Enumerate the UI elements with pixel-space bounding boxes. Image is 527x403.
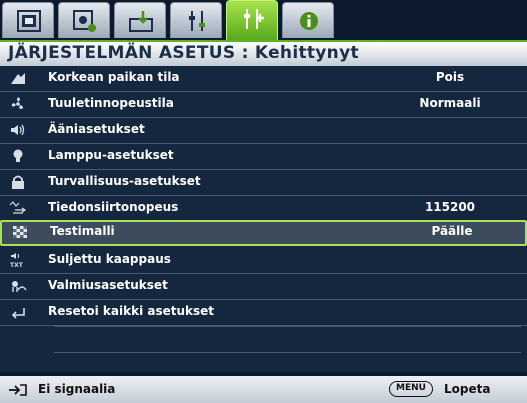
menu-item-lamp-settings[interactable]: Lamppu-asetukset <box>0 144 527 170</box>
reset-icon <box>9 304 27 320</box>
input-source-icon <box>8 382 28 396</box>
picture-icon <box>17 10 41 32</box>
tab-information[interactable] <box>282 2 334 38</box>
menu-item-label: Turvallisuus-asetukset <box>48 174 201 188</box>
menu-item-test-pattern[interactable]: Testimalli Päälle <box>0 220 527 246</box>
menu-item-reset-all[interactable]: Resetoi kaikki asetukset <box>0 300 527 326</box>
menu-item-fan-speed[interactable]: Tuuletinnopeustila Normaali <box>0 92 527 118</box>
system-setup-basic-icon <box>189 11 205 31</box>
menu-item-audio-settings[interactable]: Ääniasetukset <box>0 118 527 144</box>
source-status: Ei signaalia <box>38 382 116 396</box>
menu-item-label: Testimalli <box>50 224 115 238</box>
lock-icon <box>9 174 27 190</box>
menu-item-label: Tiedonsiirtonopeus <box>48 200 179 214</box>
standby-icon <box>9 278 27 294</box>
svg-text:TXT: TXT <box>10 262 24 268</box>
menu-item-baud-rate[interactable]: Tiedonsiirtonopeus 115200 <box>0 196 527 222</box>
menu-item-security-settings[interactable]: Turvallisuus-asetukset <box>0 170 527 196</box>
system-setup-advanced-icon <box>244 9 264 29</box>
tab-picture[interactable] <box>2 2 54 38</box>
exit-label: Lopeta <box>444 382 491 396</box>
baud-rate-icon <box>9 200 27 216</box>
menu-list: Korkean paikan tila Pois Tuuletinnopeust… <box>0 66 527 376</box>
menu-item-label: Ääniasetukset <box>48 122 145 136</box>
menu-item-label: Korkean paikan tila <box>48 70 180 84</box>
closed-caption-icon: TXT <box>9 252 27 268</box>
page-title: JÄRJESTELMÄN ASETUS : Kehittynyt <box>8 43 359 63</box>
tab-picture-advanced[interactable] <box>58 2 110 38</box>
menu-item-label: Tuuletinnopeustila <box>48 96 174 110</box>
tab-display[interactable] <box>114 2 166 38</box>
tab-bar <box>0 0 527 40</box>
menu-key-icon[interactable]: MENU <box>389 381 433 397</box>
menu-item-value: Päälle <box>431 224 473 238</box>
osd-menu: JÄRJESTELMÄN ASETUS : Kehittynyt Korkean… <box>0 0 527 403</box>
menu-item-closed-caption[interactable]: TXT Suljettu kaappaus <box>0 248 527 274</box>
speaker-icon <box>9 122 27 138</box>
tab-system-advanced[interactable] <box>226 0 278 40</box>
menu-item-label: Lamppu-asetukset <box>48 148 174 162</box>
menu-item-value: Pois <box>435 70 465 84</box>
menu-item-standby-settings[interactable]: Valmiusasetukset <box>0 274 527 300</box>
lamp-icon <box>9 148 27 164</box>
menu-item-label: Valmiusasetukset <box>48 278 168 292</box>
picture-advanced-icon <box>73 10 96 32</box>
divider <box>54 352 521 353</box>
divider <box>54 326 521 327</box>
menu-item-high-altitude[interactable]: Korkean paikan tila Pois <box>0 66 527 92</box>
fan-icon <box>9 96 27 112</box>
title-bar: JÄRJESTELMÄN ASETUS : Kehittynyt <box>0 40 527 66</box>
footer-bar: Ei signaalia MENU Lopeta <box>0 376 527 403</box>
information-icon <box>300 12 318 30</box>
menu-item-value: Normaali <box>419 96 481 110</box>
menu-item-label: Suljettu kaappaus <box>48 252 171 266</box>
tab-system-basic[interactable] <box>170 2 222 38</box>
test-pattern-icon <box>11 224 29 240</box>
menu-item-value: 115200 <box>424 200 476 214</box>
high-altitude-icon <box>9 70 27 86</box>
display-setup-icon <box>129 11 153 32</box>
menu-item-label: Resetoi kaikki asetukset <box>48 304 215 318</box>
